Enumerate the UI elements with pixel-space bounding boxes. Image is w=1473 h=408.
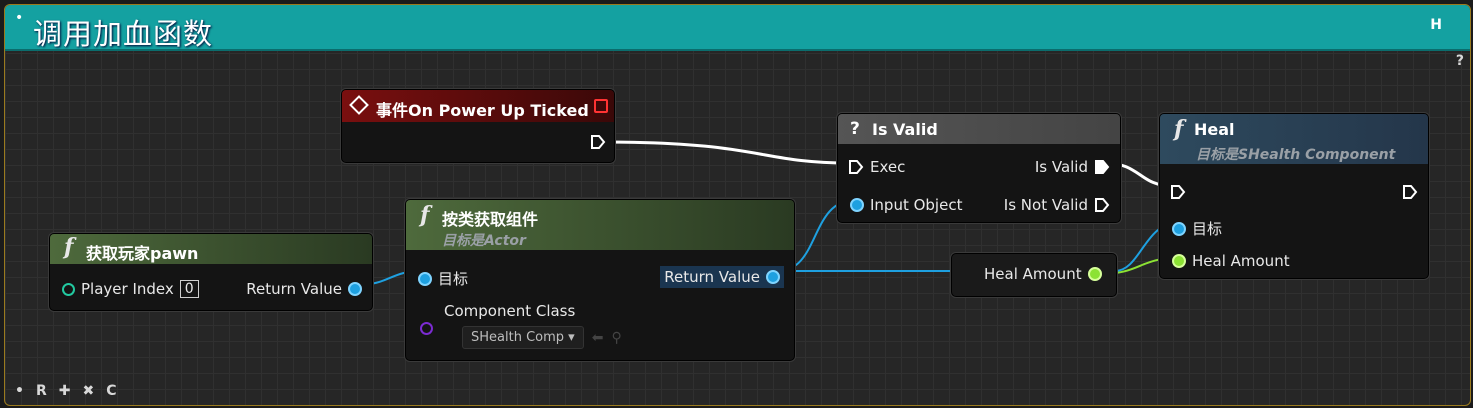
help-button[interactable]: ? (1456, 53, 1464, 69)
component-class-dropdown[interactable]: SHealth Comp ▾ (462, 326, 584, 349)
is-valid-out-row[interactable]: Is Valid (1035, 158, 1110, 176)
is-not-valid-out-row[interactable]: Is Not Valid (1004, 196, 1110, 214)
heal-target-label: 目标 (1192, 220, 1223, 238)
get-component-title: 按类获取组件 (442, 210, 539, 229)
get-component-subtitle: 目标是Actor (442, 233, 526, 249)
heal-title: Heal (1194, 120, 1235, 139)
exec-in-pin-icon[interactable] (1170, 184, 1186, 200)
function-icon: f (64, 234, 74, 260)
c-button[interactable]: C (106, 383, 116, 399)
is-valid-exec-in-row[interactable]: Exec (848, 158, 905, 176)
add-icon[interactable]: ✚ (59, 383, 71, 399)
event-node-title: 事件On Power Up Ticked (376, 101, 589, 120)
bottom-dot: • (15, 383, 24, 399)
component-class-pin-label-row: Component Class (444, 302, 575, 320)
pawn-return-pin-row[interactable]: Return Value (246, 280, 362, 298)
component-return-pin-row[interactable]: Return Value (660, 266, 784, 288)
graph-title-bar: • 调用加血函数 H (5, 5, 1470, 51)
close-icon[interactable]: ✖ (82, 383, 94, 399)
input-object-pin-row[interactable]: Input Object (850, 196, 962, 214)
component-class-value: SHealth Comp (471, 330, 565, 345)
heal-amount-variable-node[interactable]: Heal Amount (951, 253, 1117, 297)
heal-target-pin-row[interactable]: 目标 (1172, 218, 1222, 239)
exec-out-pin-icon[interactable] (1094, 159, 1110, 175)
get-component-by-class-node[interactable]: f 按类获取组件 目标是Actor 目标 Return Value Compon… (405, 199, 795, 361)
macro-question-icon: ? (850, 119, 860, 139)
is-not-valid-label: Is Not Valid (1003, 196, 1088, 214)
is-valid-node[interactable]: ? Is Valid Exec Is Valid Input Object Is… (837, 113, 1121, 223)
heal-function-node[interactable]: f Heal 目标是SHealth Component 目标 Heal Amou… (1159, 113, 1429, 279)
heal-amount-label: Heal Amount (1192, 252, 1290, 270)
delegate-pin-icon[interactable] (594, 99, 608, 113)
heal-subtitle: 目标是SHealth Component (1196, 147, 1396, 163)
object-pin-icon[interactable] (850, 198, 864, 212)
player-index-label: Player Index (81, 280, 174, 298)
get-pawn-header: f 获取玩家pawn (50, 234, 372, 264)
title-dot: • (15, 10, 24, 26)
is-valid-title: Is Valid (872, 120, 938, 139)
get-player-pawn-node[interactable]: f 获取玩家pawn Player Index 0 Return Value (49, 233, 373, 311)
exec-in-label: Exec (870, 158, 906, 176)
component-class-label: Component Class (444, 302, 576, 320)
component-target-pin-row[interactable]: 目标 (418, 268, 468, 289)
use-selected-arrow-icon[interactable]: ⬅ (592, 330, 604, 346)
get-component-header: f 按类获取组件 目标是Actor (406, 200, 794, 250)
object-pin-icon[interactable] (418, 271, 432, 286)
exec-out-pin-icon[interactable] (1402, 184, 1418, 200)
comment-toolbar: • R ✚ ✖ C (15, 383, 116, 399)
exec-in-pin-icon[interactable] (848, 159, 864, 175)
is-valid-header: ? Is Valid (838, 114, 1120, 144)
object-pin-icon[interactable] (1172, 221, 1186, 236)
component-class-selector[interactable]: SHealth Comp ▾ ⬅ ⚲ (462, 326, 622, 349)
heal-header: f Heal 目标是SHealth Component (1160, 114, 1428, 164)
function-icon: f (1174, 116, 1184, 142)
int-pin-icon[interactable] (62, 282, 75, 296)
float-pin-icon[interactable] (1172, 254, 1186, 268)
get-pawn-title: 获取玩家pawn (86, 244, 199, 263)
component-return-label: Return Value (664, 268, 760, 286)
player-index-pin-row[interactable]: Player Index 0 (62, 280, 199, 298)
heal-amount-var-label: Heal Amount (984, 265, 1082, 283)
exec-out-pin-icon[interactable] (590, 134, 606, 150)
object-pin-icon[interactable] (766, 270, 780, 284)
exec-out-pin-icon[interactable] (1094, 197, 1110, 213)
pawn-return-label: Return Value (246, 280, 342, 298)
event-diamond-icon (349, 95, 369, 115)
blueprint-graph[interactable]: • 调用加血函数 H ? 事件On Power Up Ticked f 获取玩家… (4, 4, 1471, 406)
float-pin-icon[interactable] (1087, 267, 1102, 281)
heal-amount-var-row[interactable]: Heal Amount (984, 265, 1102, 283)
function-icon: f (420, 202, 430, 228)
heal-amount-pin-row[interactable]: Heal Amount (1172, 252, 1290, 270)
input-object-label: Input Object (870, 196, 963, 214)
is-valid-out-label: Is Valid (1034, 158, 1088, 176)
exec-wire-event-isvalid (602, 140, 849, 165)
hotkey-label[interactable]: H (1430, 17, 1442, 33)
event-node-header: 事件On Power Up Ticked (342, 90, 614, 122)
event-node[interactable]: 事件On Power Up Ticked (341, 89, 615, 163)
graph-title: 调用加血函数 (33, 17, 214, 51)
class-pin-icon[interactable] (420, 322, 433, 335)
player-index-input[interactable]: 0 (179, 280, 199, 298)
r-button[interactable]: R (36, 383, 47, 399)
component-target-label: 目标 (438, 270, 469, 288)
object-pin-icon[interactable] (348, 282, 362, 296)
browse-search-icon[interactable]: ⚲ (611, 330, 621, 346)
